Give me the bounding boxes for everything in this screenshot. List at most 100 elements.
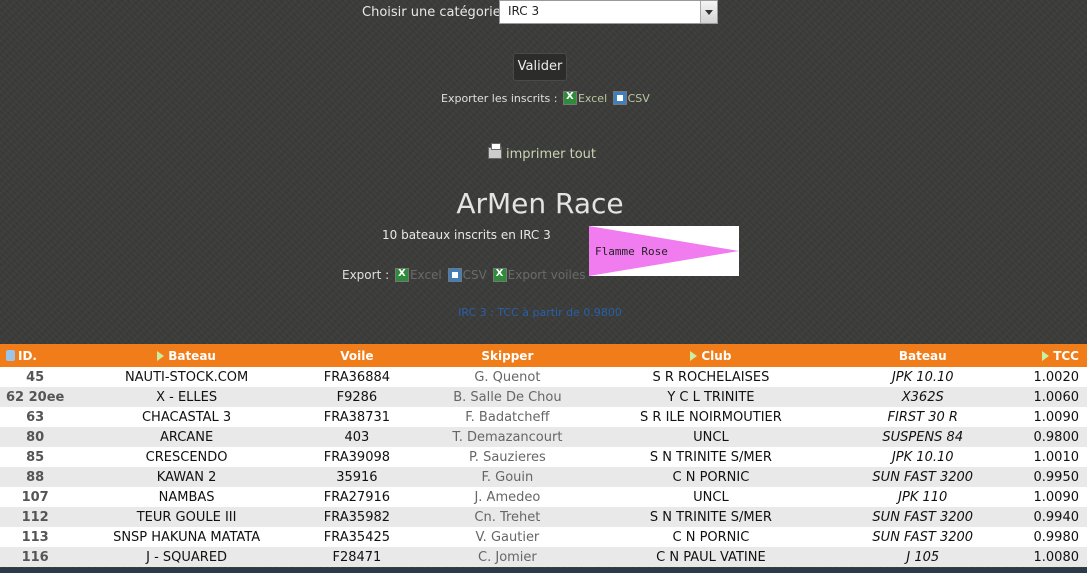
- export-csv-link[interactable]: CSV: [628, 92, 650, 105]
- export-label: Export :: [342, 268, 390, 282]
- cell-club: S R ILE NOIRMOUTIER: [640, 409, 782, 425]
- cell-skipper: P. Sauzieres: [468, 449, 546, 465]
- cell-id: 85: [26, 449, 45, 465]
- export2-excel-link[interactable]: Excel: [410, 268, 442, 282]
- print-label[interactable]: imprimer tout: [506, 147, 596, 162]
- cell-skipper: G. Quenot: [474, 369, 541, 385]
- chevron-down-icon[interactable]: [700, 1, 717, 23]
- col-header-club[interactable]: Club: [604, 344, 818, 367]
- table-row[interactable]: 113 SNSP HAKUNA MATATA FRA35425 V. Gautier C…: [0, 527, 1087, 547]
- cell-bateau: SNSP HAKUNA MATATA: [113, 529, 261, 545]
- category-selected-value: IRC 3: [508, 4, 540, 18]
- cell-tcc: 1.0090: [1033, 489, 1080, 505]
- cell-id: 107: [21, 489, 49, 505]
- col-header-bateau[interactable]: Bateau: [70, 344, 303, 367]
- csv-icon[interactable]: [612, 91, 627, 105]
- col-header-modele: Bateau: [898, 348, 947, 363]
- export-row: Export : Excel CSV Export voiles: [342, 268, 585, 282]
- col-header-voile: Voile: [340, 348, 374, 363]
- cell-modele: J 105: [906, 549, 940, 565]
- registered-count: 10 bateaux inscrits en IRC 3: [382, 228, 551, 242]
- export-excel-link[interactable]: Excel: [578, 92, 607, 105]
- col-header-skipper: Skipper: [481, 348, 534, 363]
- cell-voile: FRA35982: [323, 509, 391, 525]
- cell-club: C N PORNIC: [672, 469, 750, 485]
- cell-voile: 35916: [336, 469, 378, 485]
- cell-modele: SUN FAST 3200: [872, 469, 974, 485]
- excel-icon[interactable]: [394, 268, 409, 282]
- cell-modele: JPK 110: [898, 489, 948, 505]
- cell-voile: F9286: [336, 389, 378, 405]
- print-all-link[interactable]: imprimer tout: [488, 143, 596, 162]
- table-row[interactable]: 62 20ee X - ELLES F9286 B. Salle De Chou Y C…: [0, 387, 1087, 407]
- cell-tcc: 1.0090: [1033, 409, 1080, 425]
- cell-bateau: CRESCENDO: [145, 449, 228, 465]
- validate-button[interactable]: Valider: [513, 53, 567, 81]
- table-row[interactable]: 85 CRESCENDO FRA39098 P. Sauzieres S N TRINI…: [0, 447, 1087, 467]
- cell-voile: F28471: [332, 549, 382, 565]
- flag-label: Flamme Rose: [595, 245, 668, 258]
- col-header-tcc[interactable]: TCC: [1028, 344, 1087, 367]
- cell-skipper: T. Demazancourt: [452, 429, 563, 445]
- cell-modele: SUN FAST 3200: [872, 509, 974, 525]
- cell-skipper: Cn. Trehet: [474, 509, 541, 525]
- cell-tcc: 0.9950: [1033, 469, 1080, 485]
- cell-bateau: NAUTI-STOCK.COM: [124, 369, 249, 385]
- cell-tcc: 1.0020: [1033, 369, 1080, 385]
- table-row[interactable]: 112 TEUR GOULE III FRA35982 Cn. Trehet S N T…: [0, 507, 1087, 527]
- table-row[interactable]: 116 J - SQUARED F28471 C. Jomier C N PAUL VA…: [0, 547, 1087, 567]
- cell-tcc: 0.9980: [1033, 529, 1080, 545]
- cell-bateau: NAMBAS: [158, 489, 215, 505]
- export-inscrits-row: Exporter les inscrits : Excel CSV: [441, 91, 650, 105]
- cell-voile: FRA27916: [323, 489, 391, 505]
- cell-modele: JPK 10.10: [891, 369, 954, 385]
- cell-bateau: KAWAN 2: [156, 469, 217, 485]
- cell-skipper: B. Salle De Chou: [453, 389, 562, 405]
- cell-skipper: V. Gautier: [475, 529, 540, 545]
- table-row[interactable]: 80 ARCANE 403 T. Demazancourt UNCL SUSPENS 84…: [0, 427, 1087, 447]
- printer-icon[interactable]: [488, 143, 502, 159]
- cell-club: C N PAUL VATINE: [656, 549, 766, 565]
- table-row[interactable]: 107 NAMBAS FRA27916 J. Amedeo UNCL JPK 110 1.0…: [0, 487, 1087, 507]
- cell-modele: JPK 10.10: [891, 449, 954, 465]
- cell-tcc: 1.0060: [1033, 389, 1080, 405]
- cell-id: 112: [21, 509, 49, 525]
- export-sails-link[interactable]: Export voiles: [508, 268, 586, 282]
- cell-id: 80: [26, 429, 45, 445]
- export-inscrits-label: Exporter les inscrits :: [441, 92, 558, 105]
- cell-id: 45: [26, 369, 45, 385]
- cell-voile: FRA39098: [323, 449, 391, 465]
- sort-icon[interactable]: [6, 349, 15, 361]
- cell-bateau: TEUR GOULE III: [136, 509, 237, 525]
- cell-voile: FRA38731: [323, 409, 391, 425]
- cell-modele: SUSPENS 84: [882, 429, 964, 445]
- sails-export-icon[interactable]: [492, 268, 507, 282]
- cell-tcc: 0.9800: [1033, 429, 1080, 445]
- cell-skipper: J. Amedeo: [474, 489, 541, 505]
- category-select[interactable]: IRC 3: [499, 0, 718, 24]
- cell-tcc: 0.9940: [1033, 509, 1080, 525]
- table-row[interactable]: 63 CHACASTAL 3 FRA38731 F. Badatcheff S R IL…: [0, 407, 1087, 427]
- cell-id: 63: [26, 409, 45, 425]
- cell-skipper: F. Badatcheff: [465, 409, 550, 425]
- export2-csv-link[interactable]: CSV: [463, 268, 487, 282]
- table-row[interactable]: 45 NAUTI-STOCK.COM FRA36884 G. Quenot S R RO…: [0, 367, 1087, 387]
- cell-voile: 403: [344, 429, 370, 445]
- table-row[interactable]: 88 KAWAN 2 35916 F. Gouin C N PORNIC SUN FAST…: [0, 467, 1087, 487]
- bottom-border: [0, 568, 1087, 573]
- cell-club: C N PORNIC: [672, 529, 750, 545]
- excel-icon[interactable]: [562, 91, 577, 105]
- cell-tcc: 1.0080: [1033, 549, 1080, 565]
- cell-club: S R ROCHELAISES: [652, 369, 770, 385]
- csv-icon[interactable]: [447, 268, 462, 282]
- arrow-right-icon: [1042, 350, 1050, 361]
- cell-modele: X362S: [901, 389, 944, 405]
- cell-tcc: 1.0010: [1033, 449, 1080, 465]
- cell-bateau: ARCANE: [160, 429, 214, 445]
- irc-tcc-note[interactable]: IRC 3 : TCC à partir de 0.9800: [0, 306, 1080, 319]
- cell-id: 62 20ee: [6, 389, 65, 405]
- col-header-id[interactable]: ID.: [0, 344, 70, 367]
- arrow-right-icon: [690, 350, 698, 361]
- table-header-row: ID. Bateau Voile Skipper Club Bateau TCC: [0, 344, 1087, 367]
- cell-bateau: X - ELLES: [156, 389, 218, 405]
